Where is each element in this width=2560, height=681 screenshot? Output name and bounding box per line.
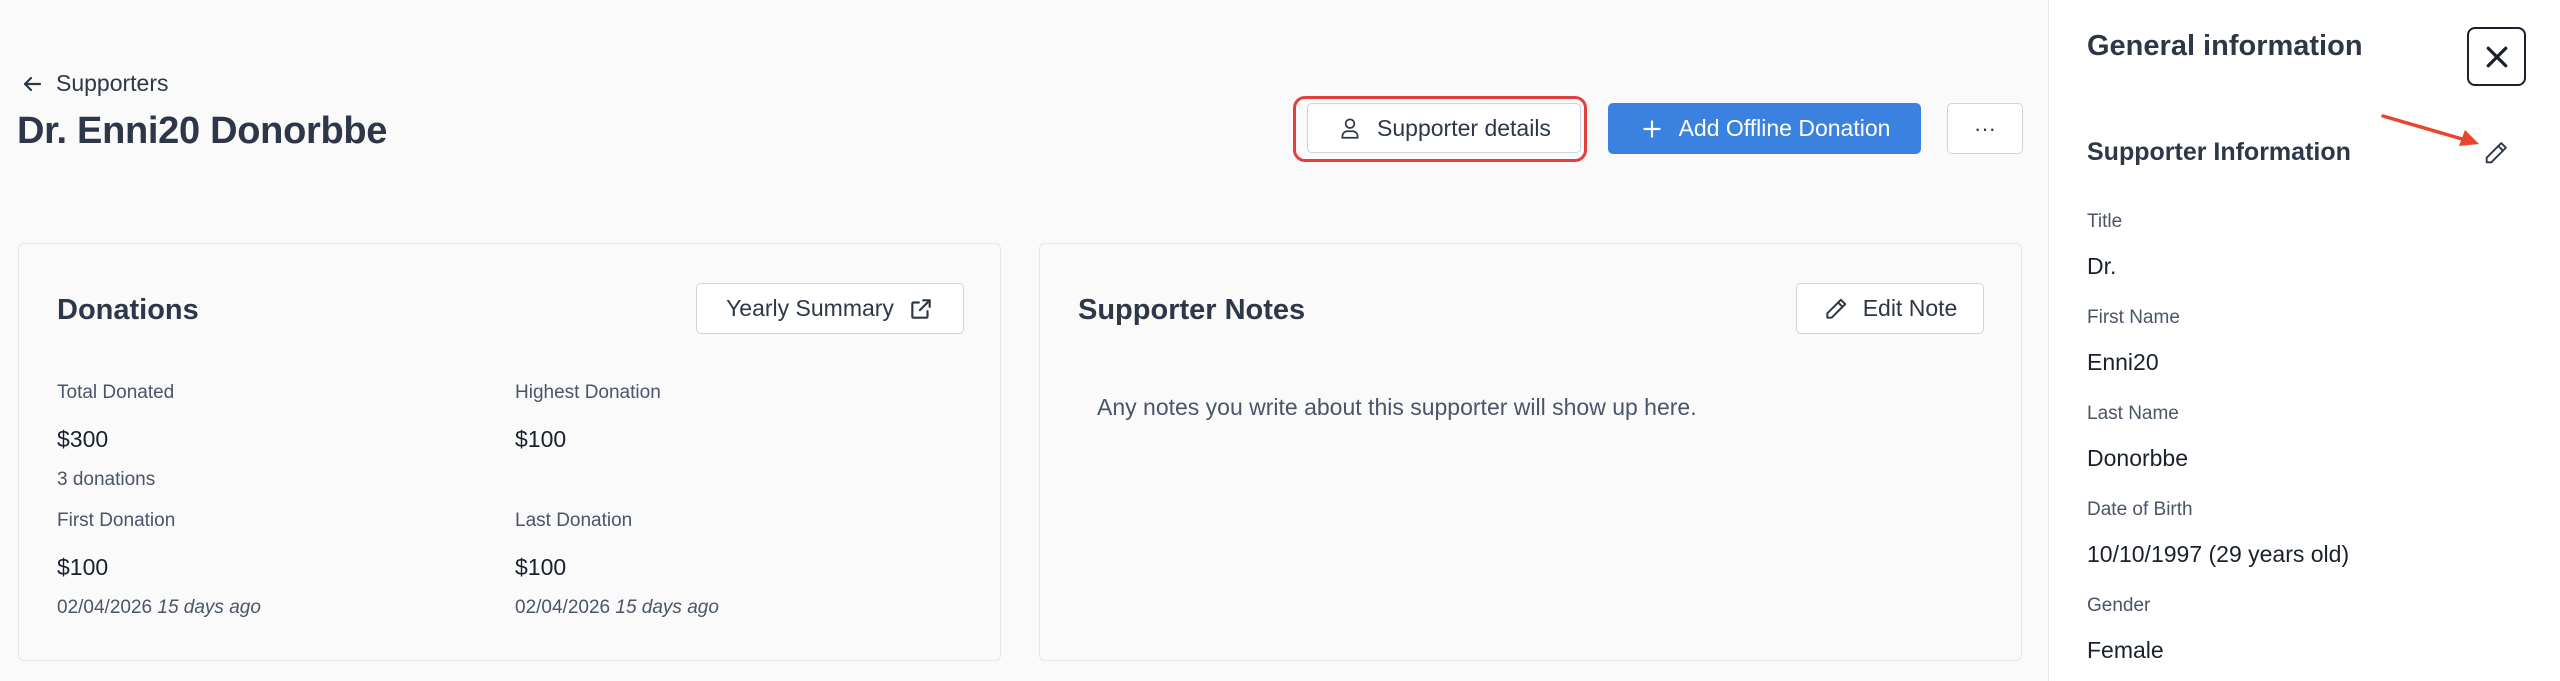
first-donation-stat: First Donation $100 02/04/2026 15 days a… (57, 510, 261, 619)
field-last-name: Last Name Donorbbe (2087, 403, 2188, 472)
arrow-left-icon (23, 76, 42, 91)
last-donation-ago: 15 days ago (615, 597, 719, 618)
field-label: Gender (2087, 595, 2151, 616)
supporter-notes-card: Supporter Notes Edit Note Any notes you … (1039, 243, 2022, 661)
field-value: Dr. (2087, 253, 2117, 279)
field-title: Title Dr. (2087, 211, 2122, 280)
field-value: Female (2087, 637, 2164, 663)
more-options-label: ··· (1974, 115, 1996, 141)
field-label: Title (2087, 211, 2123, 232)
field-label: Date of Birth (2087, 499, 2193, 520)
field-value: Donorbbe (2087, 445, 2189, 471)
field-first-name: First Name Enni20 (2087, 307, 2180, 376)
last-donation-date: 02/04/2026 (515, 597, 611, 618)
field-gender: Gender Female (2087, 595, 2164, 664)
total-donated-count: 3 donations (57, 469, 156, 490)
highest-donation-stat: Highest Donation $100 (515, 382, 661, 453)
supporter-notes-title: Supporter Notes (1078, 294, 1306, 326)
yearly-summary-button[interactable]: Yearly Summary (696, 283, 964, 334)
field-label: First Name (2087, 307, 2180, 328)
total-donated-stat: Total Donated $300 3 donations (57, 382, 174, 491)
user-icon (1341, 118, 1359, 139)
donations-title: Donations (57, 294, 199, 326)
main-content: Supporters Dr. Enni20 Donorbbe Supporter… (0, 0, 2048, 681)
more-options-button[interactable]: ··· (1947, 103, 2023, 154)
supporter-information-title: Supporter Information (2087, 138, 2351, 166)
add-offline-donation-button[interactable]: Add Offline Donation (1608, 103, 1921, 154)
back-link-label: Supporters (56, 70, 169, 96)
total-donated-value: $300 (57, 426, 109, 452)
yearly-summary-label: Yearly Summary (726, 295, 894, 321)
first-donation-date-row: 02/04/2026 15 days ago (57, 597, 261, 619)
first-donation-ago: 15 days ago (157, 597, 261, 618)
plus-icon (1642, 119, 1661, 138)
notes-empty-text: Any notes you write about this supporter… (1097, 394, 1697, 420)
first-donation-label: First Donation (57, 510, 176, 531)
highest-donation-label: Highest Donation (515, 382, 661, 403)
total-donated-label: Total Donated (57, 382, 175, 403)
field-date-of-birth: Date of Birth 10/10/1997 (29 years old) (2087, 499, 2349, 568)
back-link[interactable]: Supporters (20, 70, 169, 97)
supporter-details-button[interactable]: Supporter details (1307, 103, 1581, 153)
page-title: Dr. Enni20 Donorbbe (17, 110, 388, 152)
last-donation-stat: Last Donation $100 02/04/2026 15 days ag… (515, 510, 719, 619)
last-donation-label: Last Donation (515, 510, 633, 531)
first-donation-date: 02/04/2026 (57, 597, 153, 618)
field-value: Enni20 (2087, 349, 2159, 375)
external-link-icon (911, 298, 931, 319)
field-value: 10/10/1997 (29 years old) (2087, 541, 2350, 567)
edit-supporter-info-button[interactable] (2479, 136, 2513, 170)
highest-donation-value: $100 (515, 426, 567, 452)
field-label: Last Name (2087, 403, 2179, 424)
general-information-panel: General information Supporter Informatio… (2048, 0, 2560, 681)
close-icon (2486, 46, 2507, 67)
panel-title: General information (2087, 30, 2363, 62)
edit-note-button[interactable]: Edit Note (1796, 283, 1984, 334)
add-offline-donation-label: Add Offline Donation (1678, 115, 1891, 141)
pencil-icon (2485, 142, 2507, 164)
last-donation-date-row: 02/04/2026 15 days ago (515, 597, 719, 619)
donations-card: Donations Yearly Summary Total Donated $… (18, 243, 1001, 661)
edit-note-label: Edit Note (1862, 295, 1958, 321)
first-donation-value: $100 (57, 554, 109, 580)
pencil-icon (1826, 298, 1846, 319)
supporter-details-label: Supporter details (1377, 114, 1551, 141)
close-panel-button[interactable] (2467, 27, 2526, 86)
last-donation-value: $100 (515, 554, 567, 580)
